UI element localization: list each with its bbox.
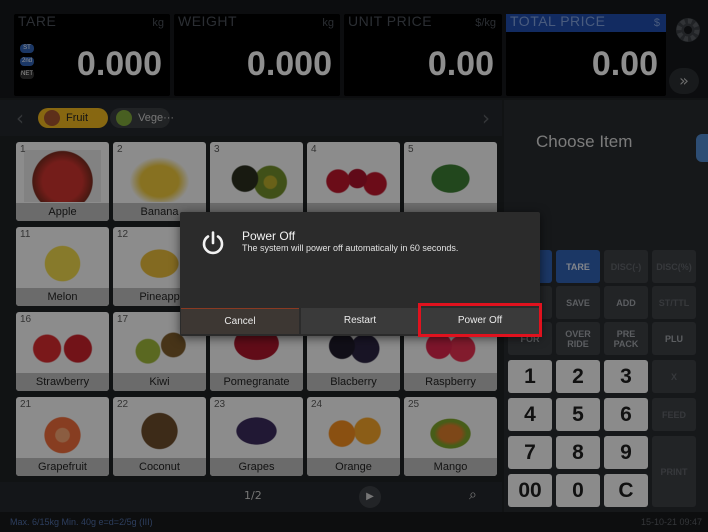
item-number: 25: [408, 399, 420, 410]
item-number: 12: [117, 229, 129, 240]
item-number: 2: [117, 144, 123, 155]
power-off-highlight: [418, 303, 542, 337]
item-number: 23: [214, 399, 226, 410]
item-number: 4: [311, 144, 317, 155]
item-number: 21: [20, 399, 32, 410]
item-number: 24: [311, 399, 323, 410]
item-number: 3: [214, 144, 220, 155]
dialog-title: Power Off: [242, 229, 296, 243]
item-number: 22: [117, 399, 129, 410]
cancel-button[interactable]: Cancel: [181, 308, 299, 334]
item-number: 16: [20, 314, 32, 325]
item-number: 17: [117, 314, 129, 325]
dialog-message: The system will power off automatically …: [242, 243, 459, 253]
restart-button[interactable]: Restart: [301, 308, 419, 334]
item-number: 5: [408, 144, 414, 155]
power-icon: [202, 231, 224, 255]
item-number: 11: [20, 229, 31, 240]
item-number: 1: [20, 144, 26, 155]
